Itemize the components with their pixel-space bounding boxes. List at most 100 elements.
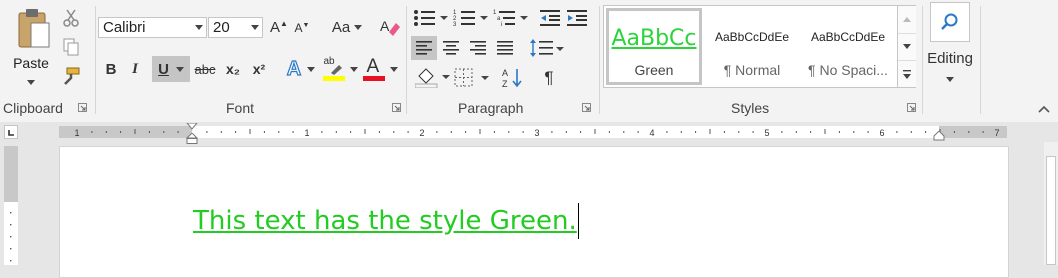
justify-button[interactable] (493, 36, 517, 60)
style-tile-no-spacing[interactable]: AaBbCcDdEe ¶ No Spaci... (800, 8, 896, 85)
ruler-tick (910, 131, 912, 133)
chevron-down-icon (354, 25, 363, 30)
style-preview: AaBbCcDdEe (810, 30, 886, 44)
chevron-down-icon (946, 77, 954, 82)
ruler-number: 5 (764, 128, 769, 138)
font-color-button[interactable]: A (362, 55, 398, 83)
paragraph-group: 1 2 3 1 a i A Z ¶ Paragraph (407, 0, 599, 122)
font-color-icon: A (362, 56, 385, 82)
ruler-number: 4 (649, 128, 654, 138)
svg-text:i: i (501, 22, 502, 27)
paragraph-dialog-launcher-icon[interactable] (582, 103, 591, 112)
ruler-tick (680, 131, 682, 133)
scroll-down-icon[interactable] (898, 33, 916, 60)
font-group: Calibri 20 A▲ A▼ Aa A B I U abc x₂ x² A … (96, 0, 406, 122)
italic-button[interactable]: I (126, 58, 144, 80)
styles-gallery: AaBbCc Green AaBbCcDdEe ¶ Normal AaBbCcD… (603, 5, 916, 88)
decrease-indent-icon[interactable] (540, 9, 562, 27)
svg-text:A: A (380, 18, 390, 34)
styles-dialog-launcher-icon[interactable] (907, 103, 916, 112)
clipboard-dialog-launcher-icon[interactable] (78, 103, 87, 112)
clipboard-paste-icon (18, 9, 50, 48)
shading-icon[interactable] (415, 66, 451, 88)
subscript-button[interactable]: x₂ (222, 58, 244, 80)
sort-icon[interactable]: A Z (502, 67, 524, 89)
show-formatting-marks-button[interactable]: ¶ (538, 66, 560, 90)
ruler-tick (853, 131, 855, 133)
underline-button[interactable]: U (152, 56, 190, 82)
numbering-icon[interactable]: 1 2 3 (453, 9, 489, 27)
ruler-tick (824, 129, 826, 134)
font-size-combo[interactable]: 20 (208, 17, 263, 38)
ruler-tick (364, 129, 366, 134)
chevron-down-icon[interactable] (251, 25, 259, 30)
search-icon (941, 13, 958, 30)
document-paragraph[interactable]: This text has the style Green. (193, 201, 579, 241)
paragraph-group-label: Paragraph (458, 100, 524, 116)
italic-icon: I (132, 60, 138, 77)
collapse-ribbon-icon[interactable] (1037, 104, 1051, 114)
format-painter-icon[interactable] (61, 66, 81, 86)
style-name: Green (634, 62, 674, 78)
paste-dropdown-icon[interactable] (27, 80, 35, 85)
cut-icon[interactable] (61, 8, 81, 28)
text-highlight-color-button[interactable]: ab (322, 55, 358, 83)
font-name-combo[interactable]: Calibri (98, 17, 207, 38)
text-effects-button[interactable]: A (284, 57, 318, 81)
ruler-tick (235, 131, 237, 133)
right-indent-marker-icon[interactable] (933, 131, 945, 141)
ruler-tick (508, 131, 510, 133)
ruler-tick (292, 131, 294, 133)
copy-icon[interactable] (61, 37, 81, 57)
align-right-icon (470, 41, 486, 55)
styles-group-label: Styles (731, 100, 770, 116)
scroll-thumb[interactable] (1046, 156, 1056, 265)
increase-indent-icon[interactable] (567, 9, 589, 27)
text-effects-icon: A (286, 57, 302, 80)
line-spacing-icon[interactable] (529, 38, 565, 58)
superscript-button[interactable]: x² (248, 58, 270, 80)
ruler-tick (925, 131, 927, 133)
multilevel-list-icon[interactable]: 1 a i (493, 9, 529, 27)
document-page[interactable]: This text has the style Green. (59, 146, 1009, 278)
chevron-down-icon[interactable] (195, 25, 203, 30)
subscript-icon: x₂ (225, 61, 240, 77)
style-tile-green[interactable]: AaBbCc Green (606, 8, 702, 85)
editing-button[interactable]: Editing (925, 2, 975, 92)
style-name: ¶ No Spaci... (808, 62, 888, 78)
first-line-indent-marker-icon[interactable] (186, 123, 198, 131)
find-button[interactable] (930, 2, 970, 42)
change-case-button[interactable]: Aa (329, 17, 365, 38)
align-center-button[interactable] (439, 36, 463, 60)
align-right-button[interactable] (466, 36, 490, 60)
clear-formatting-icon[interactable]: A (379, 16, 401, 38)
scroll-up-icon[interactable] (898, 6, 916, 32)
align-left-button[interactable] (411, 36, 437, 60)
font-dialog-launcher-icon[interactable] (392, 103, 401, 112)
align-center-icon (443, 41, 459, 55)
grow-font-button[interactable]: A▲ (270, 17, 288, 38)
style-tile-normal[interactable]: AaBbCcDdEe ¶ Normal (704, 8, 800, 85)
ruler-tick (321, 131, 323, 133)
align-left-icon (416, 41, 432, 55)
ruler-tick (148, 131, 150, 133)
gallery-more-icon[interactable] (898, 60, 916, 87)
shrink-font-button[interactable]: A▼ (293, 17, 311, 38)
ruler-number: 1 (304, 128, 309, 138)
borders-icon[interactable] (454, 68, 490, 88)
strikethrough-button[interactable]: abc (194, 58, 216, 80)
vertical-scrollbar[interactable] (1044, 142, 1058, 265)
chevron-down-icon (349, 66, 358, 72)
ruler-tick (565, 131, 567, 133)
ruler-tick (120, 131, 122, 133)
ruler-tick (838, 131, 840, 133)
document-text[interactable]: This text has the style Green. (193, 206, 577, 236)
ruler-tick (738, 131, 740, 133)
clipboard-group: Paste Clipboard (0, 0, 95, 122)
ruler-tick (953, 131, 955, 133)
left-indent-marker-icon[interactable] (186, 138, 198, 144)
paste-button[interactable]: Paste (6, 4, 56, 92)
bold-button[interactable]: B (102, 58, 120, 80)
bullets-icon[interactable] (413, 9, 449, 27)
ruler-tick (982, 131, 984, 133)
